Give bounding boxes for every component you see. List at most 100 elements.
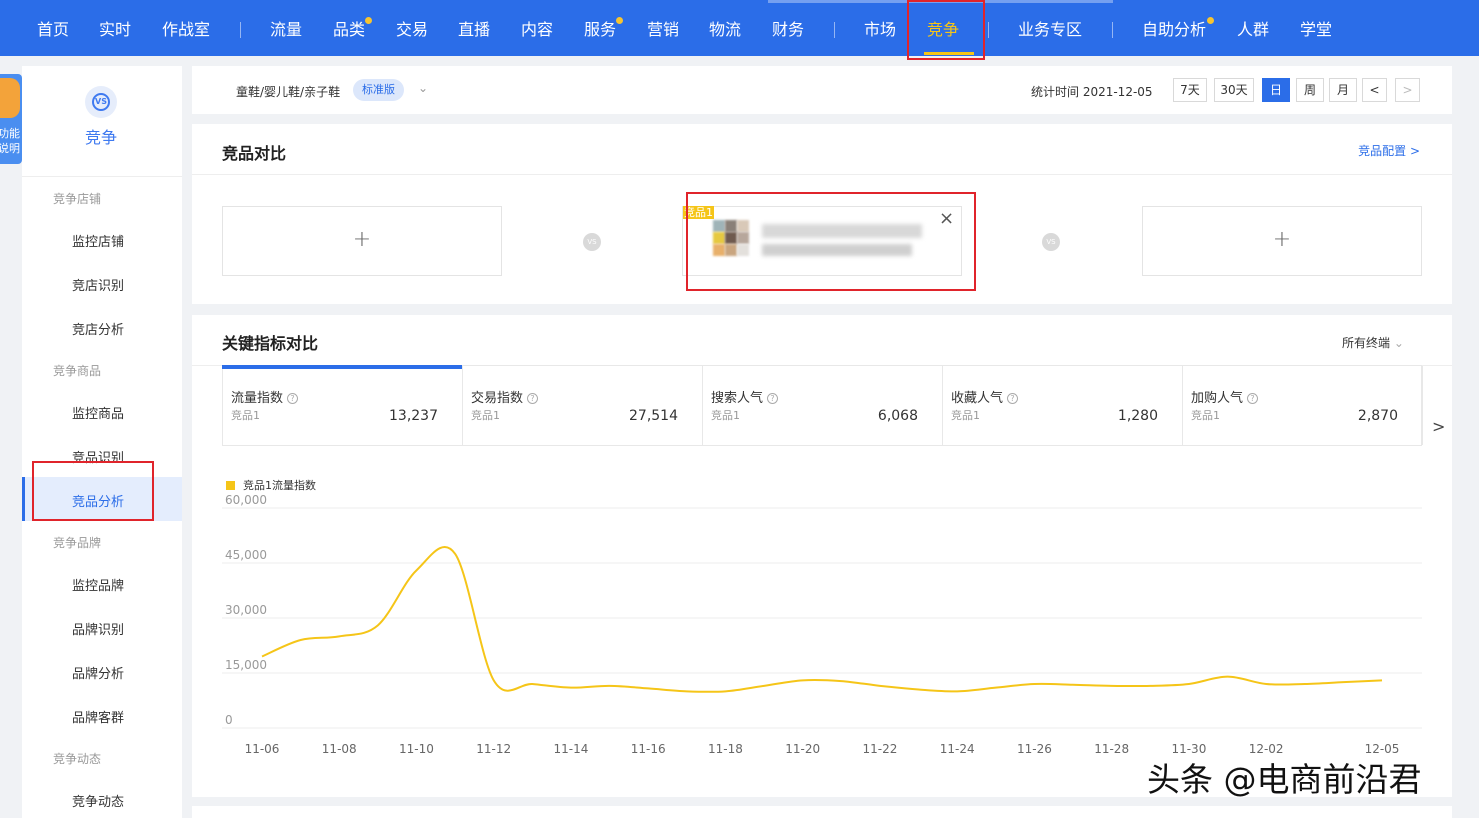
nav-item-content[interactable]: 内容 <box>521 0 553 56</box>
sidebar-group-label: 竞争店铺 <box>53 192 102 206</box>
help-icon[interactable]: ? <box>287 393 299 404</box>
series-line[interactable] <box>261 546 1383 693</box>
metric-name: 搜索人气 <box>711 391 764 406</box>
watermark: 头条 @电商前沿君 <box>1147 760 1422 799</box>
sidebar-item-brand-customers[interactable]: 品牌客群 <box>72 707 124 726</box>
nav-item-home[interactable]: 首页 <box>37 0 69 56</box>
help-icon[interactable]: ? <box>1247 393 1259 404</box>
nav-item-academy[interactable]: 学堂 <box>1300 0 1332 56</box>
sidebar-title: 竞争 <box>84 128 117 147</box>
x-tick-label: 11-28 <box>1094 742 1129 756</box>
metric-tab-search[interactable]: 搜索人气? 竞品1 6,068 <box>703 366 943 445</box>
plus-icon: + <box>352 227 372 252</box>
x-tick-label: 11-12 <box>476 742 511 756</box>
nav-item-service[interactable]: 服务 <box>584 0 616 56</box>
sidebar-item-monitor-product[interactable]: 监控商品 <box>72 403 124 422</box>
nav-item-crowd[interactable]: 人群 <box>1237 0 1269 56</box>
x-tick-label: 11-18 <box>708 742 743 756</box>
sidebar-divider <box>22 176 182 177</box>
metric-sub: 竞品1 <box>471 409 500 422</box>
range-day-button[interactable]: 日 <box>1262 78 1290 102</box>
vs-icon: VS <box>583 233 601 251</box>
metric-tab-traffic[interactable]: 流量指数? 竞品1 13,237 <box>222 365 463 445</box>
help-icon[interactable]: ? <box>767 393 779 404</box>
metric-name: 收藏人气 <box>951 391 1004 406</box>
x-tick-label: 11-26 <box>1017 742 1052 756</box>
terminal-filter-label: 所有终端 <box>1342 336 1391 350</box>
highlight-box <box>32 461 154 521</box>
nav-item-traffic[interactable]: 流量 <box>270 0 302 56</box>
sidebar-item-competition-dynamics[interactable]: 竞争动态 <box>72 791 124 810</box>
sidebar-item-monitor-brand[interactable]: 监控品牌 <box>72 575 124 594</box>
nav-item-logistics[interactable]: 物流 <box>709 0 741 56</box>
x-tick-label: 11-10 <box>399 742 434 756</box>
sidebar-group-label: 竞争品牌 <box>53 536 102 550</box>
nav-item-realtime[interactable]: 实时 <box>99 0 131 56</box>
metric-sub: 竞品1 <box>951 409 980 422</box>
nav-item-market[interactable]: 市场 <box>864 0 896 56</box>
traffic-line-chart: 0 15,000 30,000 45,000 60,000 11-06 11-08 11-10… <box>222 493 1422 756</box>
vs-icon: VS <box>1042 233 1060 251</box>
sidebar: VS 竞争 竞争店铺 监控店铺 竞店识别 竞店分析 竞争商品 监控商品 竞品识别… <box>22 66 182 818</box>
add-product-slot[interactable]: + <box>1142 206 1422 276</box>
top-nav: 首页 实时 作战室 流量 品类 交易 直播 内容 服务 营销 物流 财务 市场 … <box>0 0 1479 56</box>
chevron-right-icon[interactable]: > <box>1432 417 1445 436</box>
nav-item-marketing[interactable]: 营销 <box>647 0 679 56</box>
metric-value: 13,237 <box>389 408 438 424</box>
next-card <box>192 806 1452 818</box>
sidebar-item-shop-analysis[interactable]: 竞店分析 <box>72 319 124 338</box>
nav-item-trade[interactable]: 交易 <box>396 0 428 56</box>
metric-tab-add-cart[interactable]: 加购人气? 竞品1 2,870 <box>1183 366 1423 445</box>
nav-item-self-analysis[interactable]: 自助分析 <box>1142 0 1206 56</box>
nav-divider <box>240 22 241 38</box>
sidebar-item-brand-analysis[interactable]: 品牌分析 <box>72 663 124 682</box>
nav-divider <box>988 22 989 38</box>
y-tick-label: 0 <box>225 713 233 727</box>
next-date-button[interactable]: > <box>1395 78 1420 102</box>
sidebar-item-brand-identify[interactable]: 品牌识别 <box>72 619 124 638</box>
metrics-title: 关键指标对比 <box>222 334 319 353</box>
terminal-filter[interactable]: 所有终端 ⌄ <box>1342 334 1404 351</box>
nav-item-finance[interactable]: 财务 <box>772 0 804 56</box>
sidebar-item-shop-identify[interactable]: 竞店识别 <box>72 275 124 294</box>
edition-badge: 标准版 <box>353 79 404 101</box>
x-tick-label: 11-20 <box>785 742 820 756</box>
help-label: 功能说明 <box>0 127 20 155</box>
legend-swatch <box>226 481 235 490</box>
plus-icon: + <box>1272 227 1292 252</box>
product-config-link[interactable]: 竞品配置 > <box>1358 142 1420 159</box>
y-tick-label: 15,000 <box>225 658 267 672</box>
x-tick-label: 11-22 <box>862 742 897 756</box>
nav-item-category[interactable]: 品类 <box>333 0 365 56</box>
prev-date-button[interactable]: < <box>1362 78 1387 102</box>
add-product-slot[interactable]: + <box>222 206 502 276</box>
chevron-down-icon[interactable]: ⌄ <box>418 81 428 95</box>
metric-tab-trade[interactable]: 交易指数? 竞品1 27,514 <box>463 366 703 445</box>
metric-name: 流量指数 <box>231 391 284 406</box>
badge-dot <box>1207 17 1214 24</box>
x-tick-label: 11-14 <box>554 742 589 756</box>
stat-time: 统计时间 2021-12-05 <box>1031 85 1153 99</box>
metric-tab-favorites[interactable]: 收藏人气? 竞品1 1,280 <box>943 366 1183 445</box>
sidebar-item-monitor-shop[interactable]: 监控店铺 <box>72 231 124 250</box>
x-tick-label: 11-24 <box>940 742 975 756</box>
sidebar-group-label: 竞争商品 <box>53 364 102 378</box>
nav-divider <box>1112 22 1113 38</box>
divider <box>192 174 1452 175</box>
range-month-button[interactable]: 月 <box>1329 78 1357 102</box>
x-tick-label: 11-08 <box>322 742 357 756</box>
range-30d-button[interactable]: 30天 <box>1214 78 1254 102</box>
category-selector[interactable]: 童鞋/婴儿鞋/亲子鞋 <box>236 83 340 100</box>
help-icon[interactable]: ? <box>1007 393 1019 404</box>
nav-item-live[interactable]: 直播 <box>458 0 490 56</box>
nav-item-war-room[interactable]: 作战室 <box>162 0 210 56</box>
metric-value: 6,068 <box>877 408 918 424</box>
range-week-button[interactable]: 周 <box>1296 78 1324 102</box>
x-tick-label: 11-16 <box>631 742 666 756</box>
sidebar-active-bar <box>22 477 25 521</box>
help-icon[interactable]: ? <box>527 393 539 404</box>
nav-item-business-zone[interactable]: 业务专区 <box>1018 0 1082 56</box>
metric-tabs: 流量指数? 竞品1 13,237 交易指数? 竞品1 27,514 搜索人气? … <box>222 365 1423 446</box>
range-7d-button[interactable]: 7天 <box>1173 78 1207 102</box>
help-tab[interactable]: 功能说明 <box>0 74 22 164</box>
